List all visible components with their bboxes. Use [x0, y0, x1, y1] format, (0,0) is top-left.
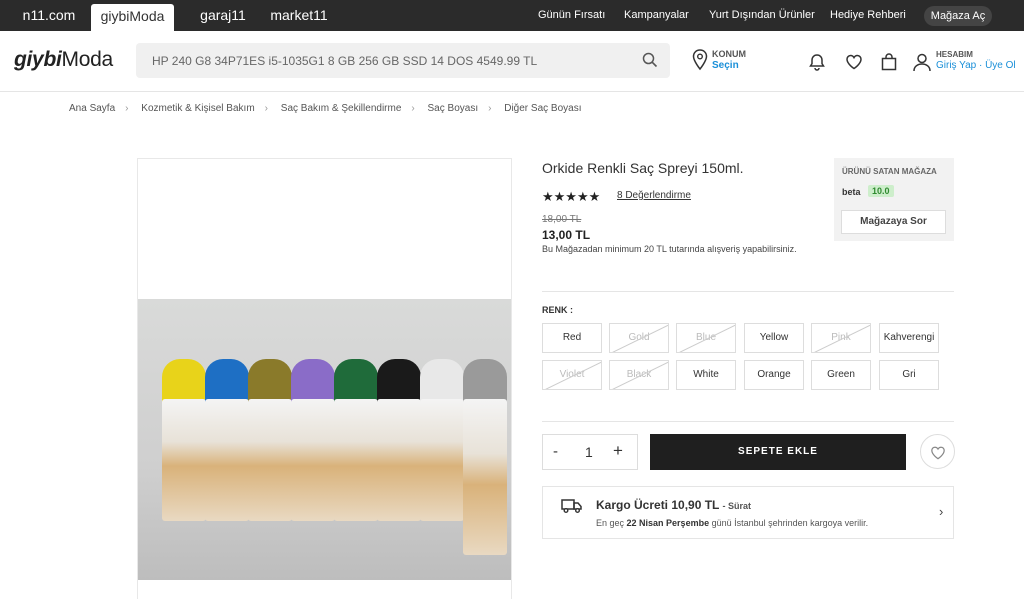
color-option-kahverengi[interactable]: Kahverengi — [879, 323, 939, 353]
seller-score-badge: 10.0 — [868, 185, 894, 197]
heart-icon[interactable] — [845, 53, 863, 71]
logo[interactable]: giybiModa — [14, 48, 113, 72]
reviews-link[interactable]: 8 Değerlendirme — [617, 190, 691, 201]
heart-icon — [931, 446, 945, 460]
color-option-black[interactable]: Black — [609, 360, 669, 390]
site-tab-market11[interactable]: market11 — [266, 0, 332, 31]
site-tab-garaj11[interactable]: garaj11 — [192, 0, 254, 31]
breadcrumb-cosmetics[interactable]: Kozmetik & Kişisel Bakım — [141, 103, 254, 114]
current-price: 13,00 TL — [542, 228, 591, 242]
top-bar: n11.com giybiModa garaj11 market11 Günün… — [0, 0, 1024, 31]
add-to-cart-button[interactable]: SEPETE EKLE — [650, 434, 906, 470]
breadcrumb-hair-care[interactable]: Saç Bakım & Şekillendirme — [281, 103, 402, 114]
shipping-info[interactable]: Kargo Ücreti 10,90 TL - Sürat En geç 22 … — [542, 486, 954, 539]
favorite-button[interactable] — [920, 434, 955, 469]
shipping-speed: - Sürat — [722, 501, 752, 511]
bell-icon[interactable] — [808, 53, 826, 71]
rating-stars: ★★★★★ — [542, 189, 601, 204]
divider — [542, 421, 954, 422]
gift-guide-link[interactable]: Hediye Rehberi — [830, 0, 906, 31]
spray-can-body — [334, 399, 378, 521]
spray-can-body — [248, 399, 292, 521]
color-option-white[interactable]: White — [676, 360, 736, 390]
site-tab-n11[interactable]: n11.com — [14, 0, 84, 31]
open-store-button[interactable]: Mağaza Aç — [924, 6, 992, 26]
search-input[interactable] — [136, 43, 636, 78]
product-title: Orkide Renkli Saç Spreyi 150ml. — [542, 160, 744, 176]
breadcrumb-hair-dye[interactable]: Saç Boyası — [428, 103, 479, 114]
quantity-stepper: - 1 + — [542, 434, 638, 470]
spray-can-body — [291, 399, 335, 521]
site-tab-giybimoda[interactable]: giybiModa — [91, 4, 174, 31]
color-option-orange[interactable]: Orange — [744, 360, 804, 390]
color-option-violet[interactable]: Violet — [542, 360, 602, 390]
spray-can-body — [205, 399, 249, 521]
color-option-red[interactable]: Red — [542, 323, 602, 353]
color-option-gold[interactable]: Gold — [609, 323, 669, 353]
seller-label: ÜRÜNÜ SATAN MAĞAZA — [842, 167, 937, 176]
search-bar — [136, 43, 670, 78]
chevron-right-icon[interactable]: › — [939, 504, 943, 519]
spray-can-body — [377, 399, 421, 521]
location-label: KONUM — [712, 49, 746, 59]
user-icon — [913, 53, 931, 72]
shipping-fee: Kargo Ücreti 10,90 TL - Sürat — [596, 498, 752, 512]
color-option-yellow[interactable]: Yellow — [744, 323, 804, 353]
location-pin-icon — [692, 49, 708, 71]
login-register-link[interactable]: Giriş Yap · Üye Ol — [936, 60, 1016, 71]
bag-icon[interactable] — [880, 53, 898, 71]
old-price: 18,00 TL — [542, 214, 582, 225]
truck-icon — [561, 499, 582, 513]
breadcrumb: Ana Sayfa › Kozmetik & Kişisel Bakım › Saç… — [69, 103, 582, 114]
spray-can-body — [463, 399, 507, 555]
color-label: RENK : — [542, 305, 573, 315]
product-photo[interactable] — [138, 299, 511, 580]
color-option-blue[interactable]: Blue — [676, 323, 736, 353]
quantity-decrease-button[interactable]: - — [553, 443, 558, 460]
header: giybiModa KONUM Seçin HESABIM Giriş Yap … — [0, 31, 1024, 92]
account-label: HESABIM — [936, 50, 973, 59]
search-icon[interactable] — [642, 52, 658, 68]
divider — [542, 291, 954, 292]
deal-of-day-link[interactable]: Günün Fırsatı — [538, 0, 605, 31]
quantity-value[interactable]: 1 — [585, 444, 593, 460]
ask-store-button[interactable]: Mağazaya Sor — [841, 210, 946, 234]
color-option-green[interactable]: Green — [811, 360, 871, 390]
shipping-date-note: En geç 22 Nisan Perşembe günü İstanbul ş… — [596, 518, 869, 528]
breadcrumb-other-hair-dye[interactable]: Diğer Saç Boyası — [504, 103, 581, 114]
product-image-box — [137, 158, 512, 599]
seller-box: ÜRÜNÜ SATAN MAĞAZA beta 10.0 Mağazaya So… — [834, 158, 954, 241]
seller-name[interactable]: beta — [842, 187, 861, 197]
color-option-gri[interactable]: Gri — [879, 360, 939, 390]
minimum-order-note: Bu Mağazadan minimum 20 TL tutarında alı… — [542, 244, 797, 254]
campaigns-link[interactable]: Kampanyalar — [624, 0, 689, 31]
spray-can-body — [420, 399, 464, 521]
color-option-pink[interactable]: Pink — [811, 323, 871, 353]
breadcrumb-home[interactable]: Ana Sayfa — [69, 103, 115, 114]
location-select-link[interactable]: Seçin — [712, 60, 739, 71]
spray-can-body — [162, 399, 206, 521]
abroad-products-link[interactable]: Yurt Dışından Ürünler — [709, 0, 815, 31]
quantity-increase-button[interactable]: + — [613, 441, 623, 461]
